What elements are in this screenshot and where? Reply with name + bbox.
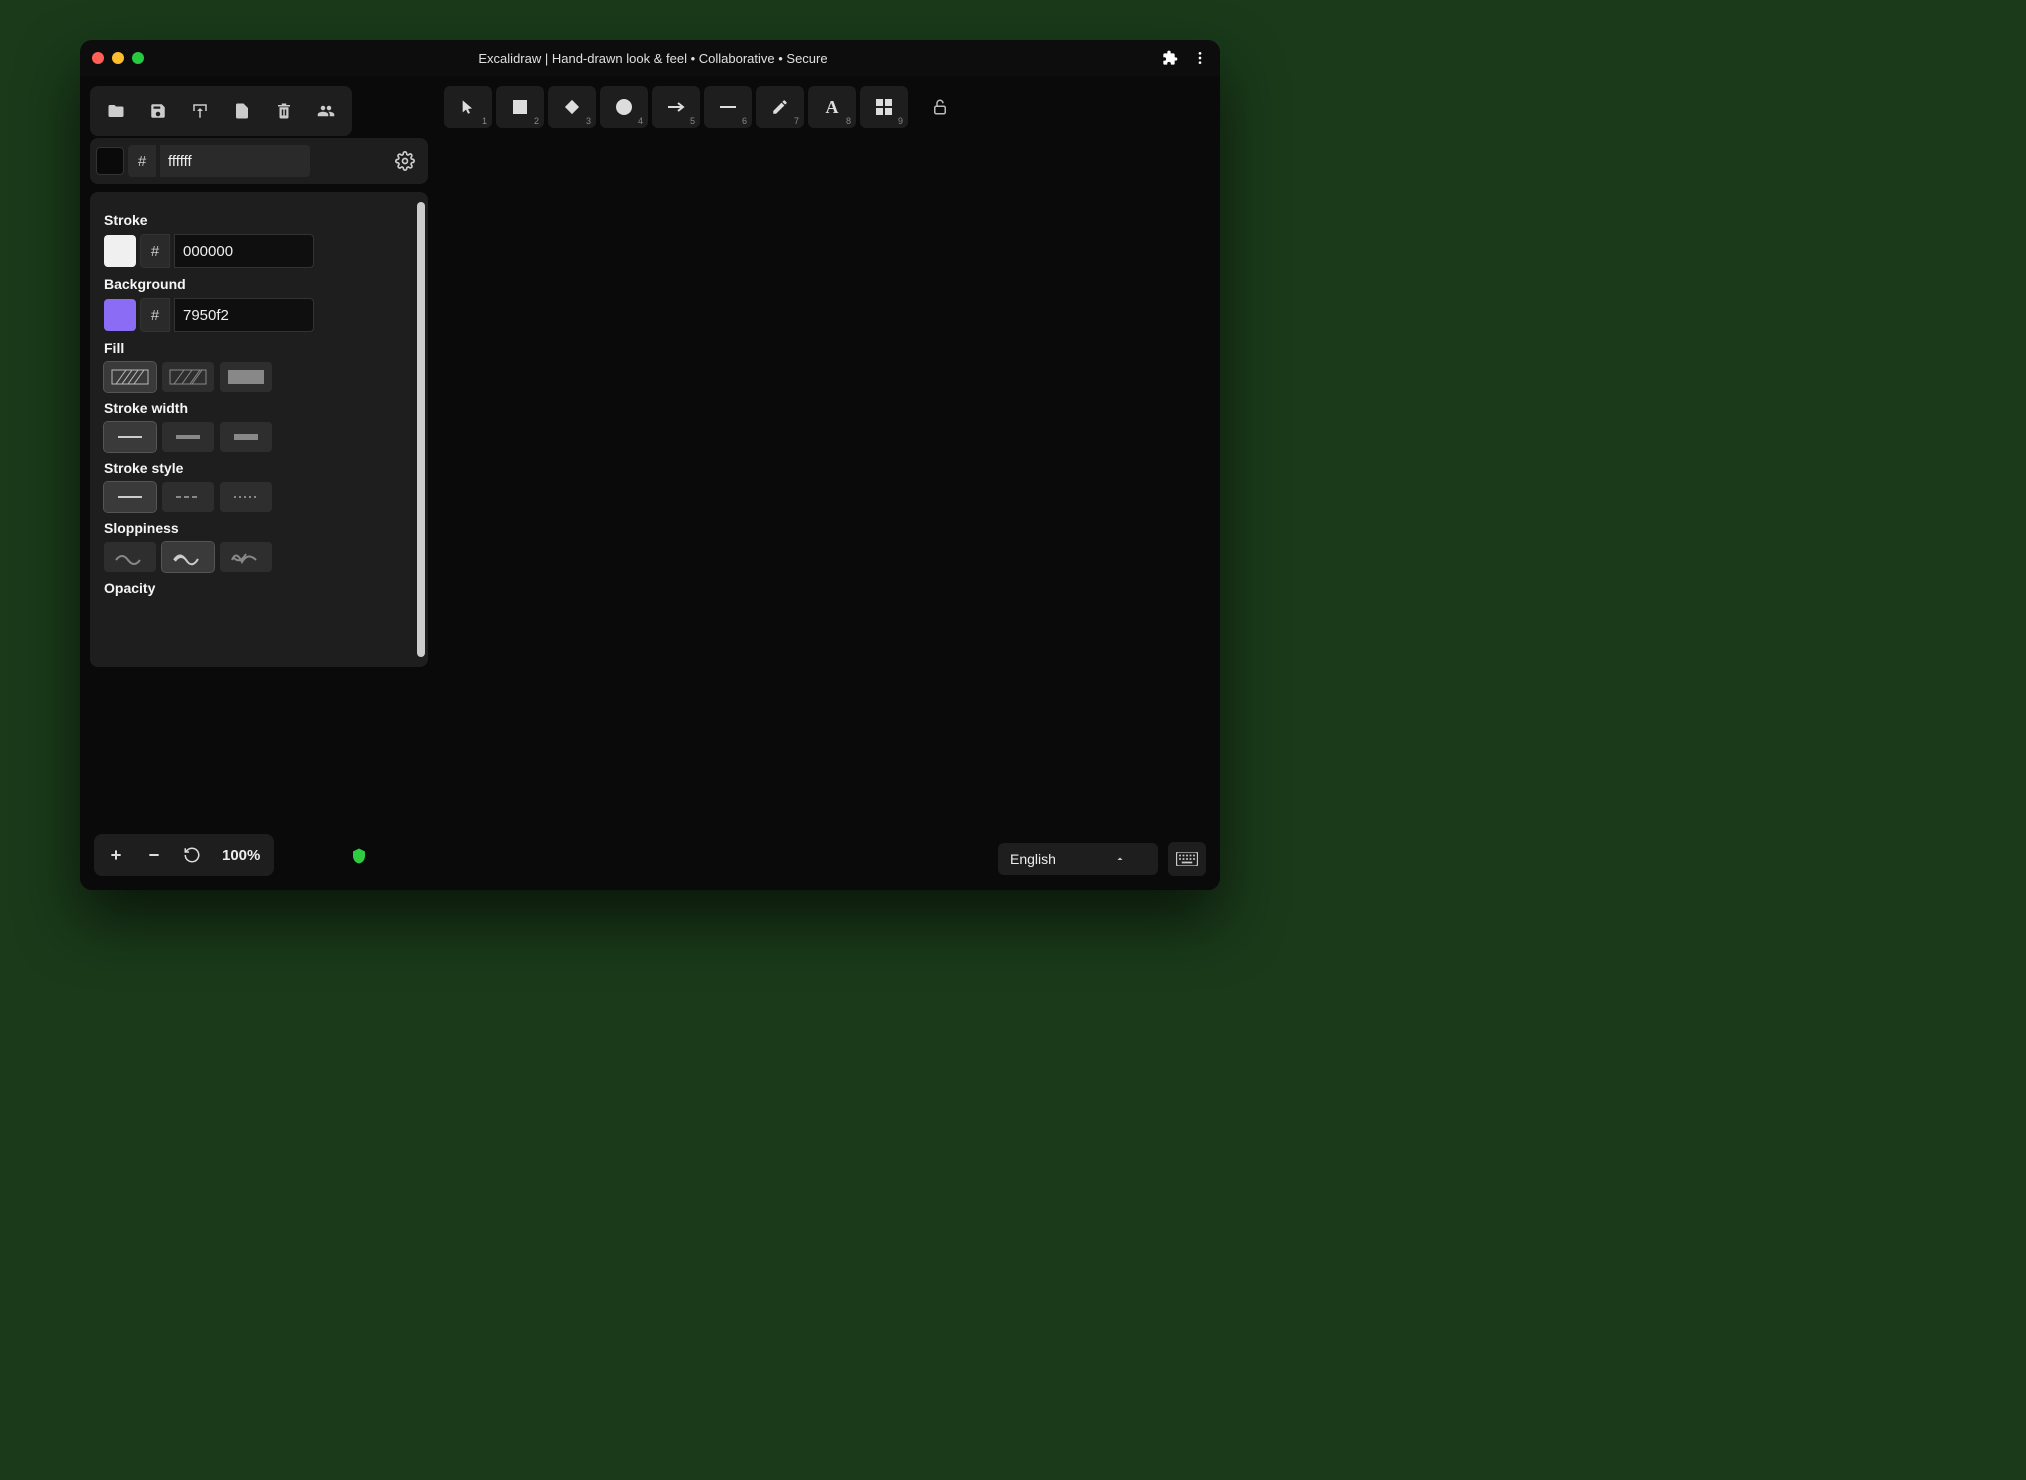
window-title: Excalidraw | Hand-drawn look & feel • Co… xyxy=(144,51,1162,66)
github-corner-icon[interactable] xyxy=(1186,76,1220,110)
stroke-label: Stroke xyxy=(104,212,414,228)
export-button[interactable] xyxy=(180,92,220,130)
opacity-label: Opacity xyxy=(104,580,414,596)
save-button[interactable] xyxy=(138,92,178,130)
tool-arrow[interactable]: 5 xyxy=(652,86,700,128)
stroke-width-thin-option[interactable] xyxy=(104,422,156,452)
stroke-width-medium-option[interactable] xyxy=(162,422,214,452)
app-content: # Stroke # Background # Fill xyxy=(80,76,1220,890)
tool-selection[interactable]: 1 xyxy=(444,86,492,128)
properties-panel: Stroke # Background # Fill Stroke width xyxy=(90,192,428,667)
background-label: Background xyxy=(104,276,414,292)
fill-label: Fill xyxy=(104,340,414,356)
tool-line[interactable]: 6 xyxy=(704,86,752,128)
sloppiness-cartoonist-option[interactable] xyxy=(220,542,272,572)
stroke-swatch[interactable] xyxy=(104,235,136,267)
settings-button[interactable] xyxy=(388,144,422,178)
kebab-menu-icon[interactable] xyxy=(1192,50,1208,66)
fill-crosshatch-option[interactable] xyxy=(162,362,214,392)
sloppiness-architect-option[interactable] xyxy=(104,542,156,572)
background-color-input[interactable] xyxy=(174,298,314,332)
chevron-up-icon xyxy=(1114,853,1126,865)
panel-scrollbar[interactable] xyxy=(417,202,425,657)
canvas-bg-swatch[interactable] xyxy=(96,147,124,175)
shape-toolbar: 1 2 3 4 5 6 7 A8 9 xyxy=(444,86,960,128)
stroke-width-label: Stroke width xyxy=(104,400,414,416)
lock-tool-button[interactable] xyxy=(920,86,960,128)
background-swatch[interactable] xyxy=(104,299,136,331)
sloppiness-artist-option[interactable] xyxy=(162,542,214,572)
title-bar: Excalidraw | Hand-drawn look & feel • Co… xyxy=(80,40,1220,76)
stroke-style-solid-option[interactable] xyxy=(104,482,156,512)
canvas-background-picker: # xyxy=(90,138,428,184)
bottom-right-controls: English xyxy=(998,842,1206,876)
canvas-bg-input[interactable] xyxy=(160,145,310,177)
tool-text[interactable]: A8 xyxy=(808,86,856,128)
zoom-in-button[interactable] xyxy=(98,838,134,872)
clear-canvas-button[interactable] xyxy=(264,92,304,130)
canvas-drawing[interactable] xyxy=(540,282,810,552)
language-select[interactable]: English xyxy=(998,843,1158,875)
file-toolbar xyxy=(90,86,352,136)
hash-label: # xyxy=(140,234,170,268)
fill-hachure-option[interactable] xyxy=(104,362,156,392)
fill-solid-option[interactable] xyxy=(220,362,272,392)
collaborate-button[interactable] xyxy=(306,92,346,130)
window-maximize-button[interactable] xyxy=(132,52,144,64)
tool-draw[interactable]: 7 xyxy=(756,86,804,128)
tool-ellipse[interactable]: 4 xyxy=(600,86,648,128)
window-minimize-button[interactable] xyxy=(112,52,124,64)
language-selected: English xyxy=(1010,851,1056,867)
tool-rectangle[interactable]: 2 xyxy=(496,86,544,128)
stroke-style-label: Stroke style xyxy=(104,460,414,476)
stroke-style-dotted-option[interactable] xyxy=(220,482,272,512)
app-window: Excalidraw | Hand-drawn look & feel • Co… xyxy=(80,40,1220,890)
stroke-color-input[interactable] xyxy=(174,234,314,268)
hash-label: # xyxy=(128,145,156,177)
open-button[interactable] xyxy=(96,92,136,130)
encryption-shield-icon[interactable] xyxy=(350,846,368,866)
zoom-reset-button[interactable] xyxy=(174,838,210,872)
import-button[interactable] xyxy=(222,92,262,130)
zoom-controls: 100% xyxy=(94,834,274,876)
sloppiness-label: Sloppiness xyxy=(104,520,414,536)
keyboard-shortcuts-button[interactable] xyxy=(1168,842,1206,876)
hash-label: # xyxy=(140,298,170,332)
tool-diamond[interactable]: 3 xyxy=(548,86,596,128)
stroke-style-dashed-option[interactable] xyxy=(162,482,214,512)
extensions-icon[interactable] xyxy=(1162,50,1178,66)
stroke-width-thick-option[interactable] xyxy=(220,422,272,452)
window-controls xyxy=(92,52,144,64)
window-close-button[interactable] xyxy=(92,52,104,64)
zoom-out-button[interactable] xyxy=(136,838,172,872)
tool-grid[interactable]: 9 xyxy=(860,86,908,128)
zoom-level[interactable]: 100% xyxy=(212,847,270,864)
